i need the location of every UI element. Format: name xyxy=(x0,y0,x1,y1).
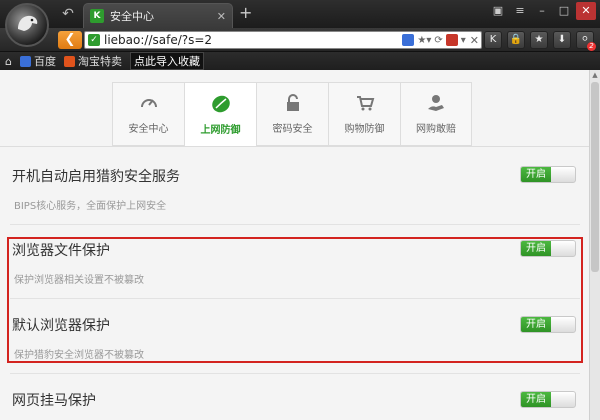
address-bar[interactable]: ✓ liebao://safe/?s=2 ★▾ ⟳ ▾ ✕ xyxy=(84,31,482,49)
bookmarks-bar: ⌂ 百度 淘宝特卖 点此导入收藏 xyxy=(0,52,600,70)
lock-icon xyxy=(282,92,304,114)
highlight-box xyxy=(7,237,583,363)
history-back-icon[interactable]: ↶ xyxy=(58,5,78,23)
notification-badge: 2 xyxy=(587,42,596,51)
tab-favicon-icon: K xyxy=(90,9,104,23)
tab-label: 上网防御 xyxy=(200,125,241,136)
tab-shopping-compensation[interactable]: 网购敢赔 xyxy=(400,82,472,146)
divider xyxy=(10,224,580,225)
bookmark-taobao[interactable]: 淘宝特卖 xyxy=(63,53,122,69)
leaf-shield-icon xyxy=(210,93,232,115)
import-bookmarks-link[interactable]: 点此导入收藏 xyxy=(129,52,204,70)
money-hand-icon xyxy=(425,92,447,114)
tab-password-safety[interactable]: 密码安全 xyxy=(256,82,328,146)
toggle-autostart[interactable]: 开启 xyxy=(520,166,576,183)
tab-label: 购物防御 xyxy=(344,124,385,135)
feature-tabs: 安全中心 上网防御 密码安全 购物防御 网购敢赔 xyxy=(112,82,472,147)
toggle-on-label: 开启 xyxy=(521,392,551,407)
lock-icon[interactable]: 🔒 xyxy=(507,31,525,49)
toolbar-buttons: K 🔒 ★ ⬇ ⚪ 2 xyxy=(484,31,596,51)
address-toolbar: ❮ ✓ liebao://safe/?s=2 ★▾ ⟳ ▾ ✕ K 🔒 ★ ⬇ … xyxy=(0,28,600,52)
divider xyxy=(10,373,580,374)
favorites-star-icon[interactable]: ★ xyxy=(530,31,548,49)
toggle-on-label: 开启 xyxy=(521,167,551,182)
home-icon[interactable]: ⌂ xyxy=(5,55,12,68)
page-scrollbar[interactable]: ▲ xyxy=(589,70,600,420)
bookmark-baidu[interactable]: 百度 xyxy=(19,53,56,69)
tab-shopping-defense[interactable]: 购物防御 xyxy=(328,82,400,146)
tab-underline xyxy=(0,146,589,147)
search-engine-dropdown-icon[interactable]: ▾ xyxy=(461,35,466,46)
browser-tab[interactable]: K 安全中心 ✕ xyxy=(83,3,233,28)
baidu-icon xyxy=(19,55,31,67)
refresh-icon[interactable]: ⟳ xyxy=(434,35,442,46)
kingsoft-icon[interactable]: K xyxy=(484,31,502,49)
safety-center-page: 安全中心 上网防御 密码安全 购物防御 网购敢赔 开机自动启用猎豹安全服务 开启… xyxy=(0,70,589,420)
bookmark-label: 淘宝特卖 xyxy=(77,55,122,68)
liebao-logo-icon[interactable] xyxy=(5,3,49,47)
url-clear-icon[interactable]: ✕ xyxy=(470,34,479,47)
tab-title: 安全中心 xyxy=(110,10,154,23)
tab-close-icon[interactable]: ✕ xyxy=(217,10,226,23)
tab-security-center[interactable]: 安全中心 xyxy=(112,82,184,146)
window-close-icon[interactable]: ✕ xyxy=(576,2,596,20)
setting-desc-autostart: BIPS核心服务，全面保护上网安全 xyxy=(14,201,167,212)
tab-label: 网购敢赔 xyxy=(416,124,456,135)
scroll-up-icon[interactable]: ▲ xyxy=(590,70,600,81)
toggle-webpage-trojan[interactable]: 开启 xyxy=(520,391,576,408)
bookmark-label: 百度 xyxy=(33,55,56,68)
search-engine-icon[interactable] xyxy=(445,34,458,46)
skin-icon[interactable]: ▣ xyxy=(488,2,508,20)
tab-web-defense[interactable]: 上网防御 xyxy=(184,82,256,147)
cart-icon xyxy=(354,92,376,114)
bookmark-star-icon[interactable]: ★▾ xyxy=(417,35,431,46)
translate-icon[interactable] xyxy=(402,34,415,46)
tab-label: 密码安全 xyxy=(272,124,313,135)
minimize-icon[interactable]: – xyxy=(532,2,552,20)
title-bar: ↶ K 安全中心 ✕ + ▣ ≡ – □ ✕ xyxy=(0,0,600,28)
app-menu-icon[interactable]: ⚪ 2 xyxy=(576,31,596,51)
speedometer-icon xyxy=(138,92,160,114)
tab-label: 安全中心 xyxy=(128,124,169,135)
setting-title-webpage-trojan: 网页挂马保护 xyxy=(12,393,96,409)
setting-title-autostart: 开机自动启用猎豹安全服务 xyxy=(12,169,180,185)
url-text[interactable]: liebao://safe/?s=2 xyxy=(104,33,402,47)
download-icon[interactable]: ⬇ xyxy=(553,31,571,49)
url-tools: ★▾ ⟳ ▾ xyxy=(402,34,469,46)
new-tab-button[interactable]: + xyxy=(239,4,252,22)
back-button[interactable]: ❮ xyxy=(58,31,82,49)
scroll-thumb[interactable] xyxy=(591,82,599,272)
maximize-icon[interactable]: □ xyxy=(554,2,574,20)
menu-icon[interactable]: ≡ xyxy=(510,2,530,20)
taobao-icon xyxy=(63,55,75,67)
secure-check-icon: ✓ xyxy=(88,34,100,46)
window-controls: ▣ ≡ – □ ✕ xyxy=(488,2,596,20)
